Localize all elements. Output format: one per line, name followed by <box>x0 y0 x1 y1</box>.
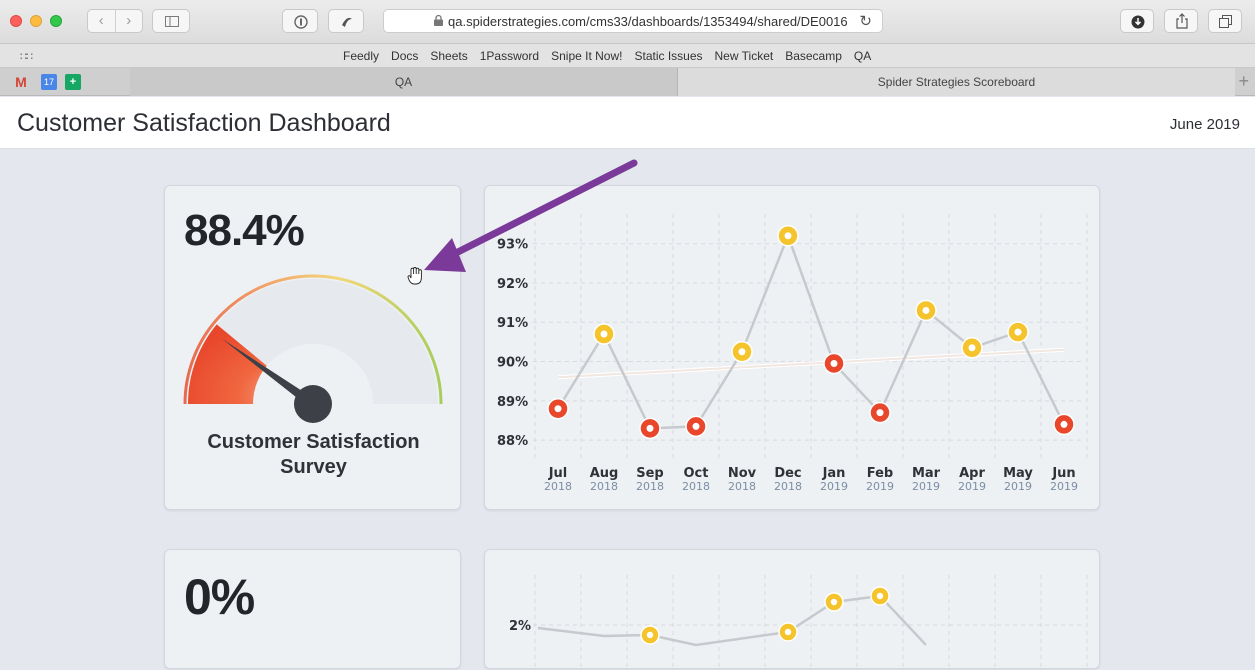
annotation-overlay <box>407 159 638 285</box>
hand-cursor-icon <box>407 267 422 285</box>
annotation-arrow <box>424 159 638 272</box>
